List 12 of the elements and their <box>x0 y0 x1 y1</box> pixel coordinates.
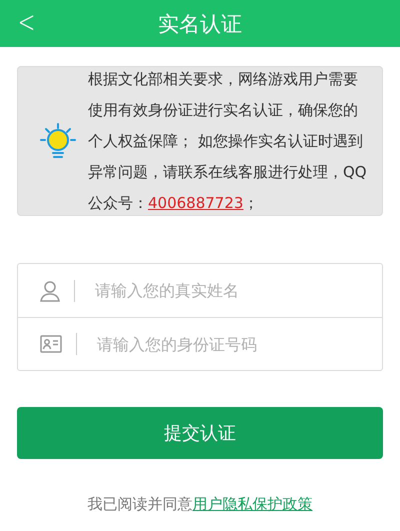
agreement-text: 我已阅读并同意 <box>88 495 192 514</box>
back-button[interactable]: < <box>14 4 40 42</box>
input-field[interactable]: 请输入您的身份证号码 <box>95 334 382 354</box>
person-icon <box>40 280 60 302</box>
notice-text: 根据文化部相关要求，网络游戏用户需要使用有效身份证进行实名认证，确保您的个人权益保障； 如您操作实名认证时遇到异常问题，请联系在线客服进行处理，QQ公众号：4006887723； <box>88 68 368 214</box>
input-field[interactable]: 请输入您的真实姓名 <box>93 280 382 301</box>
privacy-policy-link[interactable]: 用户隐私保护政策 <box>192 495 312 514</box>
lightbulb-icon <box>40 122 76 160</box>
page-title: 实名认证 <box>158 10 242 38</box>
submit-button[interactable]: 提交认证 <box>17 407 383 459</box>
phone-link[interactable]: 4006887723 <box>148 194 244 212</box>
id-card-icon <box>40 335 62 353</box>
